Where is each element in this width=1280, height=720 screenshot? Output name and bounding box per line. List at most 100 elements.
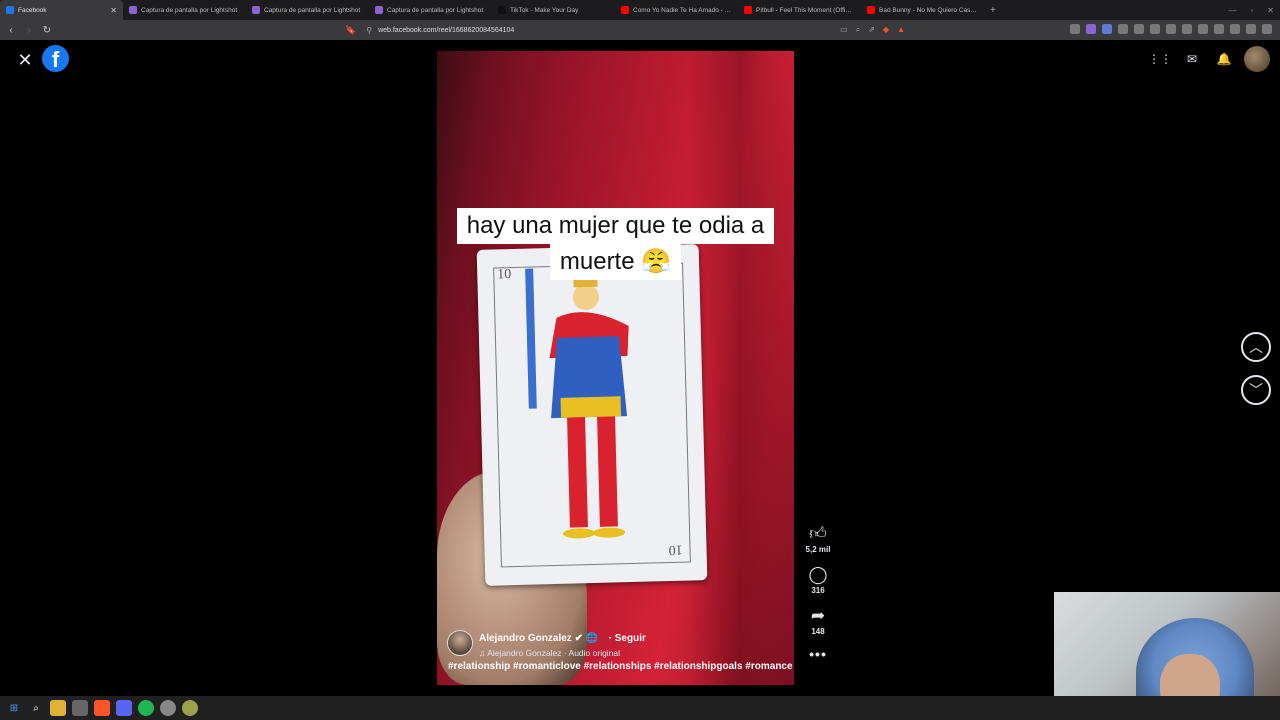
share-icon[interactable]: ⇗: [868, 25, 875, 35]
extensions-area: [1070, 24, 1272, 34]
extension-icon[interactable]: [1118, 24, 1128, 34]
like-button[interactable]: 👍︎ 5,2 mil: [806, 523, 831, 554]
site-info-icon[interactable]: ⚲: [366, 26, 372, 35]
browser-tab[interactable]: Captura de pantalla por Lightshot: [369, 0, 492, 20]
chevron-down-icon: ﹀: [1249, 382, 1263, 398]
address-bar[interactable]: 🔖 ⚲ web.facebook.com/reel/16686200845641…: [345, 22, 905, 38]
wallet-icon[interactable]: [1198, 24, 1208, 34]
tab-label: Captura de pantalla por Lightshot: [141, 6, 238, 14]
minimize-icon[interactable]: —: [1228, 6, 1236, 15]
facebook-logo[interactable]: f: [42, 45, 69, 72]
forward-icon[interactable]: ›: [22, 25, 36, 36]
tab-favicon-icon: [6, 6, 14, 14]
window-controls: — ▫ ✕: [1228, 0, 1274, 20]
bookmark-icon[interactable]: 🔖: [345, 25, 356, 36]
brave-shield-icon[interactable]: ◆: [883, 25, 889, 35]
comment-count: 316: [811, 586, 825, 595]
share-count: 148: [811, 627, 825, 636]
search-icon[interactable]: ⌕: [28, 700, 44, 716]
brave-icon[interactable]: [94, 700, 110, 716]
thumbs-up-icon: 👍︎: [809, 524, 827, 543]
more-options-icon[interactable]: •••: [809, 646, 827, 662]
sota-figure-image: [525, 268, 629, 539]
caption-line-1: hay una mujer que te odia a: [456, 208, 775, 244]
audio-info[interactable]: ♫ Alejandro Gonzalez · Audio original: [479, 648, 646, 658]
menu-icon[interactable]: [1262, 24, 1272, 34]
tab-favicon-icon: [375, 6, 383, 14]
spotify-icon[interactable]: [138, 700, 154, 716]
maximize-icon[interactable]: ▫: [1250, 6, 1253, 15]
notifications-icon[interactable]: 🔔: [1212, 47, 1236, 71]
previous-reel-button[interactable]: ︿: [1241, 332, 1271, 362]
app-icon[interactable]: [160, 700, 176, 716]
browser-toolbar: ‹ › ↻ 🔖 ⚲ web.facebook.com/reel/16686200…: [0, 20, 1280, 40]
author-name[interactable]: Alejandro Gonzalez ✔ 🌐: [479, 633, 598, 644]
close-icon[interactable]: ✕: [16, 50, 34, 71]
extension-icon[interactable]: [1086, 24, 1096, 34]
leo-icon[interactable]: [1214, 24, 1224, 34]
tab-favicon-icon: [129, 6, 137, 14]
profile-icon[interactable]: [1246, 24, 1256, 34]
author-info: Alejandro Gonzalez ✔ 🌐 · Seguir ♫ Alejan…: [447, 628, 646, 658]
app-icon[interactable]: [182, 700, 198, 716]
curtain-background: [687, 51, 794, 685]
extension-icon[interactable]: [1102, 24, 1112, 34]
cast-icon[interactable]: ▭: [840, 25, 848, 35]
comment-icon: ◯: [808, 565, 828, 584]
browser-tab[interactable]: Captura de pantalla por Lightshot: [123, 0, 246, 20]
window-close-icon[interactable]: ✕: [1267, 6, 1274, 15]
discord-icon[interactable]: [116, 700, 132, 716]
brave-rewards-icon[interactable]: ▲: [897, 25, 905, 35]
author-avatar[interactable]: [447, 630, 473, 656]
extension-icon[interactable]: [1150, 24, 1160, 34]
app-icon[interactable]: [72, 700, 88, 716]
windows-taskbar: ⊞ ⌕: [0, 696, 1280, 720]
browser-tab[interactable]: Como Yo Nadie Te Ha Amado - YouT: [615, 0, 738, 20]
browser-tab[interactable]: Bad Bunny - No Me Quiero Casar (Le: [861, 0, 984, 20]
tab-label: Pitbull - Feel This Moment (Official V: [756, 6, 855, 14]
tab-label: Captura de pantalla por Lightshot: [264, 6, 361, 14]
back-icon[interactable]: ‹: [4, 25, 18, 36]
tab-label: TikTok - Make Your Day: [510, 6, 579, 14]
browser-tab[interactable]: Facebook ✕: [0, 0, 123, 20]
browser-tab[interactable]: TikTok - Make Your Day: [492, 0, 615, 20]
account-avatar[interactable]: [1244, 46, 1270, 72]
follow-button[interactable]: · Seguir: [609, 633, 646, 644]
tab-favicon-icon: [744, 6, 752, 14]
comment-button[interactable]: ◯ 316: [808, 564, 827, 595]
playing-card-image: 10 10: [476, 244, 708, 586]
tab-label: Como Yo Nadie Te Ha Amado - YouT: [633, 6, 732, 14]
like-count: 5,2 mil: [805, 545, 831, 554]
reel-actions: 👍︎ 5,2 mil ◯ 316 ➦ 148 •••: [800, 523, 836, 662]
tab-label: Captura de pantalla por Lightshot: [387, 6, 484, 14]
url-text[interactable]: web.facebook.com/reel/1668620084564104: [378, 27, 514, 34]
vpn-icon[interactable]: [1230, 24, 1240, 34]
reel-caption: hay una mujer que te odia a muerte 😤: [437, 208, 794, 280]
messenger-icon[interactable]: ✉: [1180, 47, 1204, 71]
extension-icon[interactable]: [1070, 24, 1080, 34]
tab-favicon-icon: [867, 6, 875, 14]
zoom-icon[interactable]: ⌕: [856, 25, 860, 35]
menu-grid-icon[interactable]: ⋮⋮: [1148, 47, 1172, 71]
file-explorer-icon[interactable]: [50, 700, 66, 716]
tab-label: Facebook: [18, 6, 47, 14]
share-arrow-icon: ➦: [810, 606, 826, 625]
sidebar-icon[interactable]: [1182, 24, 1192, 34]
browser-tab-bar: Facebook ✕ Captura de pantalla por Lightsh…: [0, 0, 1280, 20]
share-button[interactable]: ➦ 148: [811, 605, 825, 636]
browser-tab[interactable]: Pitbull - Feel This Moment (Official V: [738, 0, 861, 20]
reload-icon[interactable]: ↻: [40, 25, 54, 36]
next-reel-button[interactable]: ﹀: [1241, 375, 1271, 405]
caption-line-2: muerte 😤: [549, 244, 682, 280]
tab-favicon-icon: [498, 6, 506, 14]
hashtags[interactable]: #relationship #romanticlove #relationshi…: [448, 661, 793, 672]
browser-tab[interactable]: Captura de pantalla por Lightshot: [246, 0, 369, 20]
reel-video[interactable]: 10 10 hay una mujer que te odia a muerte…: [437, 51, 794, 685]
media-icon[interactable]: [1166, 24, 1176, 34]
new-tab-icon[interactable]: +: [984, 5, 1002, 16]
chevron-up-icon: ︿: [1249, 339, 1263, 355]
tab-close-icon[interactable]: ✕: [110, 6, 117, 15]
tab-favicon-icon: [621, 6, 629, 14]
extension-icon[interactable]: [1134, 24, 1144, 34]
windows-start-icon[interactable]: ⊞: [6, 700, 22, 716]
